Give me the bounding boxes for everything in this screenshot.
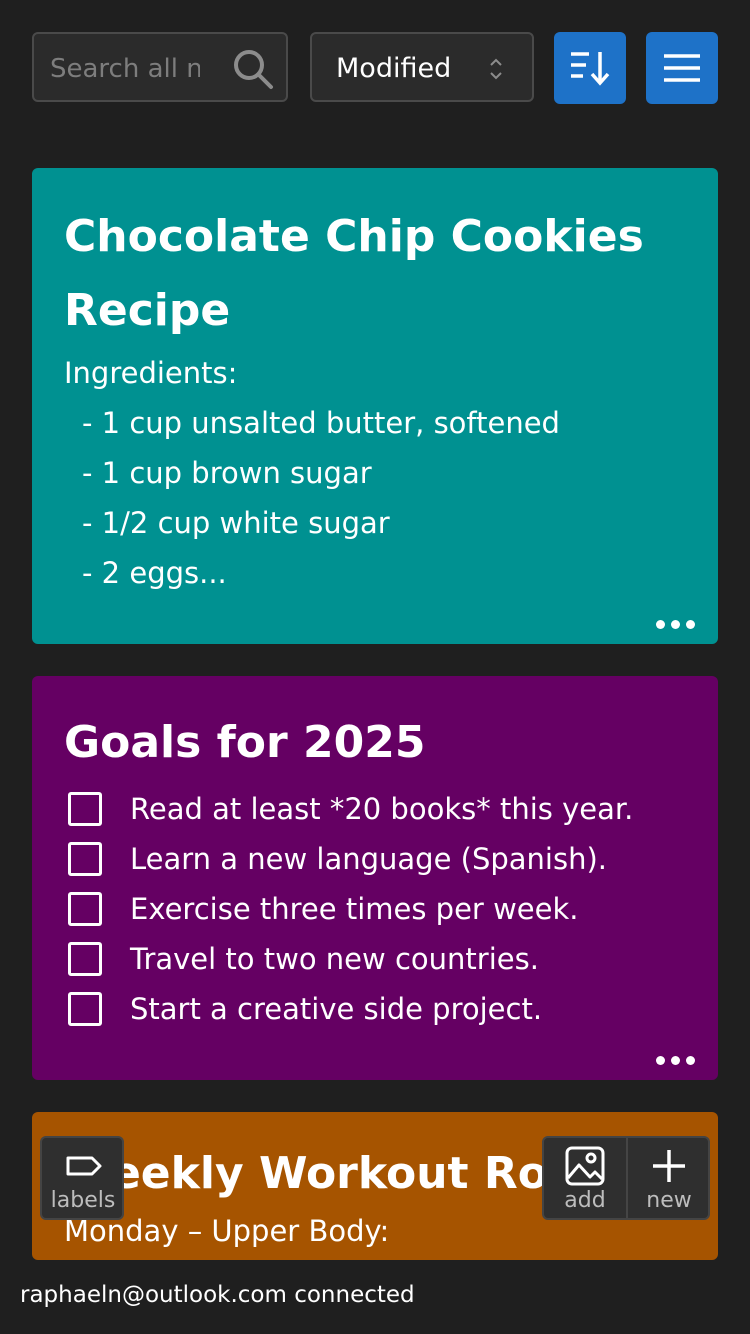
note-title: Goals for 2025 xyxy=(64,717,426,768)
sort-by-select[interactable]: Modified xyxy=(310,32,534,102)
hamburger-menu-icon xyxy=(664,54,700,82)
checklist-item-text: Read at least *20 books* this year. xyxy=(130,792,634,826)
checklist-item-text: Exercise three times per week. xyxy=(130,892,579,926)
more-dots-icon[interactable] xyxy=(656,1054,696,1066)
menu-button[interactable] xyxy=(646,32,718,104)
checkbox[interactable] xyxy=(68,792,102,826)
checklist-item: Exercise three times per week. xyxy=(64,884,686,934)
search-icon[interactable] xyxy=(232,48,274,90)
checklist-item: Travel to two new countries. xyxy=(64,934,686,984)
note-line: - 2 eggs... xyxy=(82,556,227,590)
add-new-group: add new xyxy=(542,1136,710,1220)
new-caption: new xyxy=(646,1188,692,1213)
checkbox[interactable] xyxy=(68,942,102,976)
chevron-updown-icon xyxy=(490,58,502,80)
note-title: Chocolate Chip Cookies Recipe xyxy=(64,211,644,336)
checklist-item: Start a creative side project. xyxy=(64,984,686,1034)
labels-caption: labels xyxy=(50,1188,116,1213)
checklist-item-text: Learn a new language (Spanish). xyxy=(130,842,608,876)
new-note-button[interactable]: new xyxy=(628,1138,710,1218)
labels-cell[interactable]: labels xyxy=(42,1138,124,1218)
note-line: - 1 cup brown sugar xyxy=(82,456,372,490)
more-dots-icon[interactable] xyxy=(656,618,696,630)
note-line: - 1/2 cup white sugar xyxy=(82,506,390,540)
sort-order-button[interactable] xyxy=(554,32,626,104)
add-caption: add xyxy=(564,1188,606,1213)
note-line: - 1 cup unsalted butter, softened xyxy=(82,406,560,440)
plus-icon xyxy=(653,1150,685,1182)
checklist-item: Read at least *20 books* this year. xyxy=(64,784,686,834)
status-bar: raphaeln@outlook.com connected xyxy=(0,1260,750,1334)
search-box[interactable] xyxy=(32,32,288,102)
connection-status: raphaeln@outlook.com connected xyxy=(20,1282,415,1308)
labels-button[interactable]: labels xyxy=(40,1136,124,1220)
checklist-item: Learn a new language (Spanish). xyxy=(64,834,686,884)
checkbox[interactable] xyxy=(68,842,102,876)
checklist-item-text: Start a creative side project. xyxy=(130,992,543,1026)
search-input[interactable] xyxy=(48,46,202,92)
toolbar: Modified xyxy=(0,0,750,140)
add-image-button[interactable]: add xyxy=(544,1138,626,1218)
checkbox[interactable] xyxy=(68,992,102,1026)
note-card[interactable]: Goals for 2025 Read at least *20 books* … xyxy=(32,676,718,1080)
image-icon xyxy=(565,1146,605,1186)
sort-by-value: Modified xyxy=(336,53,452,84)
note-card[interactable]: Chocolate Chip Cookies Recipe Ingredient… xyxy=(32,168,718,644)
checkbox[interactable] xyxy=(68,892,102,926)
checklist-item-text: Travel to two new countries. xyxy=(130,942,539,976)
note-body: Ingredients: - 1 cup unsalted butter, so… xyxy=(64,348,686,598)
checklist: Read at least *20 books* this year. Lear… xyxy=(64,784,686,1034)
sort-descending-icon xyxy=(571,52,610,86)
note-line: Ingredients: xyxy=(64,356,238,390)
tag-icon xyxy=(66,1156,102,1176)
